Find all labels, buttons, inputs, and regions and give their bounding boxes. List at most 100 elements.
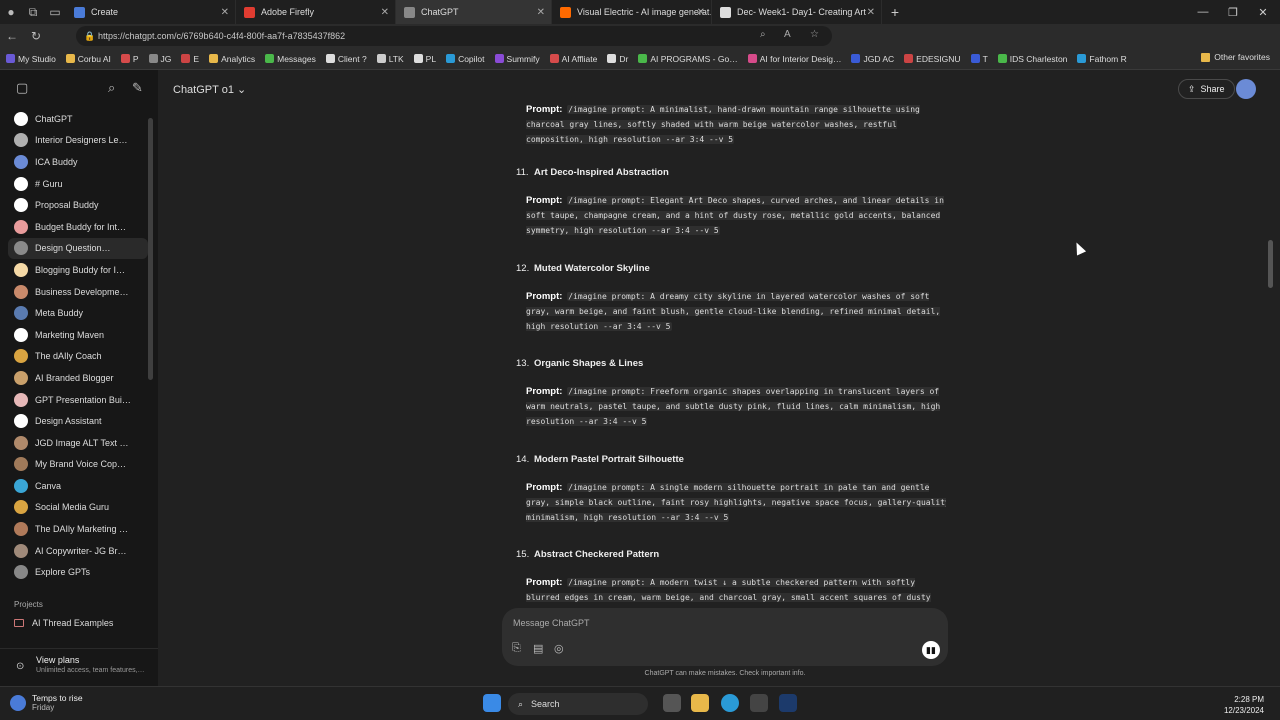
sidebar-item[interactable]: The DAIly Marketing … xyxy=(8,518,148,540)
bookmark-item[interactable]: Analytics xyxy=(209,54,255,64)
bookmark-item[interactable]: JGD AC xyxy=(851,54,894,64)
other-favorites[interactable]: Other favorites xyxy=(1201,52,1270,62)
bookmark-item[interactable]: Client ? xyxy=(325,54,367,64)
close-tab-icon[interactable]: ✕ xyxy=(537,7,545,18)
workspaces-icon[interactable]: ⧉ xyxy=(22,1,44,23)
new-tab-button[interactable]: + xyxy=(882,4,908,20)
bookmark-item[interactable]: Messages xyxy=(265,54,316,64)
bookmark-item[interactable]: AI PROGRAMS - Go… xyxy=(638,54,738,64)
search-icon[interactable]: ⌕ xyxy=(108,80,115,96)
tab-actions-icon[interactable]: ▭ xyxy=(44,1,66,23)
message-input[interactable]: Message ChatGPT xyxy=(513,618,590,628)
sidebar-item[interactable]: The dAIly Coach xyxy=(8,346,148,368)
bookmark-label: EDESIGNU xyxy=(916,53,961,64)
bookmark-item[interactable]: AI for Interior Desig… xyxy=(747,54,841,64)
back-icon[interactable]: ← xyxy=(0,29,24,43)
voice-mode-button[interactable]: ▮▮ xyxy=(922,641,940,659)
sidebar-item[interactable]: Business Developme… xyxy=(8,281,148,303)
bookmark-item[interactable]: Fathom R xyxy=(1077,54,1127,64)
bookmark-label: Dr xyxy=(619,53,629,64)
maximize-button[interactable]: ❐ xyxy=(1218,0,1248,24)
sidebar-item[interactable]: Design Question… xyxy=(8,237,148,260)
sidebar-item[interactable]: Canva xyxy=(8,475,148,497)
start-icon[interactable] xyxy=(483,694,501,712)
sidebar-item[interactable]: Design Assistant xyxy=(8,410,148,432)
bookmark-item[interactable]: AI Affliate xyxy=(549,54,597,64)
avatar[interactable] xyxy=(1236,79,1256,99)
sidebar-toggle-icon[interactable]: ▢ xyxy=(16,80,28,96)
close-tab-icon[interactable]: ✕ xyxy=(697,7,705,18)
sidebar-item[interactable]: Meta Buddy xyxy=(8,302,148,324)
bookmark-item[interactable]: IDS Charleston xyxy=(997,53,1068,64)
sidebar-item[interactable]: AI Copywriter- JG Br… xyxy=(8,540,148,562)
model-selector[interactable]: ChatGPT o1 ⌄ xyxy=(173,83,246,96)
sidebar-item[interactable]: AI Branded Blogger xyxy=(8,367,148,389)
view-plans-button[interactable]: ⊙ View plans Unlimited access, team feat… xyxy=(0,648,158,686)
bookmark-item[interactable]: Corbu AI xyxy=(65,54,111,64)
task-view-icon[interactable] xyxy=(663,694,681,712)
clock[interactable]: 2:28 PM 12/23/2024 xyxy=(1224,694,1264,716)
sidebar-item[interactable]: My Brand Voice Cop… xyxy=(8,454,148,476)
tab-1[interactable]: Adobe Firefly ✕ xyxy=(236,0,396,24)
bookmark-item[interactable]: My Studio xyxy=(6,54,56,64)
bookmark-label: IDS Charleston xyxy=(1009,53,1068,64)
sidebar-item[interactable]: Proposal Buddy xyxy=(8,194,148,216)
close-window-button[interactable]: ✕ xyxy=(1248,0,1278,24)
weather-widget[interactable]: Temps to rise Friday xyxy=(10,693,83,712)
file-explorer-icon[interactable] xyxy=(691,694,709,712)
project-item[interactable]: AI Thread Examples xyxy=(14,618,113,628)
bookmark-item[interactable]: JG xyxy=(148,54,171,64)
message-composer[interactable]: Message ChatGPT ⎘ ▤ ◎ ▮▮ xyxy=(502,608,948,666)
url-field[interactable]: 🔒 https://chatgpt.com/c/6769b640-c4f4-80… xyxy=(76,26,832,46)
bookmark-item[interactable]: EDESIGNU xyxy=(904,53,961,64)
sidebar-item[interactable]: Social Media Guru xyxy=(8,497,148,519)
read-aloud-icon[interactable]: A xyxy=(784,29,791,40)
sidebar-item[interactable]: ICA Buddy xyxy=(8,151,148,173)
favorite-star-icon[interactable]: ☆ xyxy=(810,29,819,40)
bookmark-item[interactable]: Dr xyxy=(607,54,628,64)
tab-2[interactable]: ChatGPT ✕ xyxy=(396,0,552,24)
profile-icon[interactable]: ● xyxy=(0,1,22,23)
sidebar-item[interactable]: JGD Image ALT Text … xyxy=(8,432,148,454)
new-chat-icon[interactable]: ✎ xyxy=(132,80,143,96)
sidebar-item[interactable]: Budget Buddy for Int… xyxy=(8,216,148,238)
tab-0[interactable]: Create ✕ xyxy=(66,0,236,24)
bookmark-item[interactable]: E xyxy=(181,54,199,64)
bookmark-item[interactable]: LTK xyxy=(376,54,404,64)
sidebar-item[interactable]: Interior Designers Le… xyxy=(8,130,148,152)
tools-icon[interactable]: ▤ xyxy=(533,642,543,655)
bookmark-favicon-icon xyxy=(376,54,386,63)
share-button[interactable]: ⇪ Share xyxy=(1178,79,1235,99)
taskbar-search[interactable]: ⌕ Search xyxy=(508,693,648,715)
close-tab-icon[interactable]: ✕ xyxy=(221,7,229,18)
gpt-avatar-icon xyxy=(14,133,28,148)
sidebar-item[interactable]: Blogging Buddy for I… xyxy=(8,259,148,281)
close-tab-icon[interactable]: ✕ xyxy=(381,7,389,18)
bookmark-item[interactable]: Copilot xyxy=(446,54,485,64)
sidebar-item[interactable]: # Guru xyxy=(8,173,148,195)
bookmark-item[interactable]: P xyxy=(120,54,139,64)
gpt-avatar-icon xyxy=(14,500,28,515)
heading-title: Modern Pastel Portrait Silhouette xyxy=(534,454,684,465)
app-icon[interactable] xyxy=(750,694,768,712)
sidebar-item[interactable]: GPT Presentation Bui… xyxy=(8,389,148,411)
zoom-icon[interactable]: ⌕ xyxy=(760,29,766,40)
refresh-icon[interactable]: ↻ xyxy=(24,29,48,43)
globe-icon[interactable]: ◎ xyxy=(554,642,564,655)
tab-3[interactable]: Visual Electric - AI image generat… ✕ xyxy=(552,0,712,24)
sidebar-item[interactable]: Explore GPTs xyxy=(8,561,148,583)
photoshop-icon[interactable] xyxy=(779,694,797,712)
attach-icon[interactable]: ⎘ xyxy=(512,642,521,655)
sidebar-item[interactable]: Marketing Maven xyxy=(8,324,148,346)
main-scrollbar[interactable] xyxy=(1268,240,1273,288)
minimize-button[interactable]: — xyxy=(1188,0,1218,24)
sidebar-item[interactable]: ChatGPT xyxy=(8,108,148,130)
close-tab-icon[interactable]: ✕ xyxy=(867,7,875,18)
edge-icon[interactable] xyxy=(721,694,739,712)
bookmark-item[interactable]: T xyxy=(970,54,988,64)
tab-4[interactable]: Dec- Week1- Day1- Creating Art ✕ xyxy=(712,0,882,24)
bookmark-item[interactable]: PL xyxy=(413,54,436,64)
bookmark-favicon-icon xyxy=(970,54,980,63)
bookmark-item[interactable]: Summify xyxy=(494,54,540,64)
sidebar-scrollbar[interactable] xyxy=(148,118,153,380)
